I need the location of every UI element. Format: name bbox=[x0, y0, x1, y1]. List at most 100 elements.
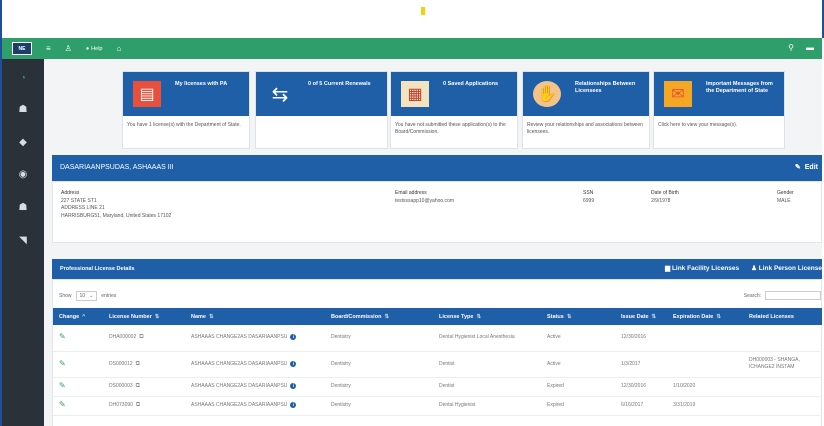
address-label: Address bbox=[61, 190, 80, 196]
search-input[interactable] bbox=[765, 291, 821, 300]
tile-title: Relationships Between Licensees bbox=[575, 81, 636, 94]
col-header-status[interactable]: Status ⇅ bbox=[541, 308, 615, 325]
profile-details: Address 227 STATE ST1 ADDRESS LINE 21 HA… bbox=[52, 181, 822, 243]
table-row: ✎ DS000003 ⧉ ASHAAAS CHANGE2AS DASARIAANP… bbox=[53, 377, 822, 397]
licenses-title: Professional License Details bbox=[60, 266, 135, 272]
address-line: HARRISBURG51, Maryland, United States 17… bbox=[61, 212, 172, 219]
col-header-name[interactable]: Name ⇅ bbox=[185, 308, 325, 325]
edit-label: Edit bbox=[804, 163, 818, 171]
email-label: Email address bbox=[395, 190, 427, 196]
ssn-value: 6999 bbox=[583, 197, 595, 204]
edit-license-icon[interactable]: ✎ bbox=[59, 359, 66, 368]
menu-icon[interactable]: ≡ bbox=[46, 44, 51, 53]
edit-license-icon[interactable]: ✎ bbox=[59, 400, 66, 409]
info-icon[interactable]: i bbox=[290, 383, 297, 389]
issue-date-cell: 6/16/2017 bbox=[615, 396, 667, 416]
tile-title: Important Messages from the Department o… bbox=[706, 81, 773, 94]
tile-saved-applications[interactable]: ▦ 0 Saved Applications You have not subm… bbox=[390, 71, 518, 149]
issue-date-cell: 1/3/2017 bbox=[615, 351, 667, 378]
tile-title: 0 Saved Applications bbox=[443, 81, 499, 87]
info-icon[interactable]: i bbox=[290, 402, 297, 408]
edit-license-icon[interactable]: ✎ bbox=[59, 332, 66, 341]
tile-header: ✉ Important Messages from the Department… bbox=[654, 72, 784, 116]
cursor-marker bbox=[421, 7, 425, 15]
gender-label: Gender bbox=[777, 190, 794, 196]
col-header-expiration-date[interactable]: Expiration Date ⇅ bbox=[667, 308, 743, 325]
link-facility-label: Link Facility Licenses bbox=[671, 265, 740, 272]
edit-license-icon[interactable]: ✎ bbox=[59, 381, 66, 390]
license-type-cell: Dentist bbox=[433, 377, 541, 397]
col-header-license-number[interactable]: License Number ⇅ bbox=[103, 308, 185, 325]
dob-block: Date of Birth 2/9/1978 bbox=[651, 190, 679, 205]
email-block: Email address testsssapp10@yahoo.com bbox=[395, 190, 454, 205]
help-link[interactable]: ● Help bbox=[86, 46, 103, 52]
link-facility-button[interactable]: ▆ Link Facility Licenses bbox=[665, 264, 739, 272]
link-person-button[interactable]: ♟ Link Person License bbox=[751, 264, 822, 272]
dashboard-icon[interactable]: ◔ bbox=[2, 73, 44, 84]
related-licenses-cell[interactable]: DH000003 - SHANGA, ICHANGE2 INSTAM bbox=[743, 351, 822, 378]
cart-icon[interactable]: ▬ bbox=[806, 43, 814, 52]
dob-value: 2/9/1978 bbox=[651, 197, 671, 204]
col-header-change[interactable]: Change ^ bbox=[53, 308, 103, 325]
tile-header: ⇆ 0 of 5 Current Renewals bbox=[256, 72, 387, 116]
tile-body bbox=[256, 116, 387, 128]
copy-icon[interactable]: ⧉ bbox=[136, 361, 140, 368]
tile-relationships[interactable]: ✋ Relationships Between Licensees Review… bbox=[522, 71, 650, 149]
edit-profile-button[interactable]: ✎ Edit bbox=[794, 163, 818, 172]
gender-value: MALE bbox=[777, 197, 791, 204]
licenses-table: Change ^ License Number ⇅ Name ⇅ Board/Comm… bbox=[53, 308, 822, 416]
info-icon[interactable]: i bbox=[290, 360, 297, 367]
page-length-select[interactable]: 10 ⌄ bbox=[75, 291, 98, 301]
info-icon[interactable]: i bbox=[290, 334, 297, 341]
user-icon[interactable]: ♙ bbox=[65, 44, 72, 53]
building-icon: ▆ bbox=[665, 265, 671, 272]
table-row: ✎ DH073090 ⧉ ASHAAAS CHANGE2AS DASARIAANP… bbox=[53, 396, 822, 416]
tile-important-messages[interactable]: ✉ Important Messages from the Department… bbox=[653, 71, 785, 149]
col-header-license-type[interactable]: License Type ⇅ bbox=[433, 308, 541, 325]
related-licenses-cell bbox=[743, 377, 822, 397]
board-cell: Dentistry bbox=[325, 325, 433, 352]
link-person-label: Link Person License bbox=[758, 265, 822, 272]
copy-icon[interactable]: ⧉ bbox=[136, 402, 140, 409]
board-cell: Dentistry bbox=[325, 351, 433, 378]
status-cell: Expired bbox=[541, 396, 615, 416]
home-icon[interactable]: ⌂ bbox=[116, 44, 121, 53]
license-card-icon: ▤ bbox=[133, 81, 161, 107]
profile-header: DASARIAANPSUDAS, ASHAAAS III ✎ Edit bbox=[52, 155, 822, 181]
envelope-icon: ✉ bbox=[664, 81, 692, 107]
eye-icon[interactable]: ◉ bbox=[2, 169, 44, 180]
col-header-related-licenses[interactable]: Related Licenses bbox=[743, 308, 822, 325]
table-search: Search: bbox=[744, 291, 821, 300]
help-label: Help bbox=[91, 45, 103, 52]
license-type-cell: Dentist bbox=[433, 351, 541, 378]
license-icon[interactable]: ☗ bbox=[2, 104, 44, 115]
table-row: ✎ DS000012 ⧉ ASHAAAS CHANGE2AS DASARIAANP… bbox=[53, 351, 822, 378]
handshake-icon: ✋ bbox=[533, 81, 561, 107]
license-number: DS000003 bbox=[109, 383, 133, 389]
search-icon[interactable]: ⚲ bbox=[788, 43, 794, 52]
license-type-cell: Dental Hygienist Local Anesthesia bbox=[433, 325, 541, 352]
copy-icon[interactable]: ⧉ bbox=[136, 383, 140, 390]
col-header-issue-date[interactable]: Issue Date ⇅ bbox=[615, 308, 667, 325]
calendar-icon: ▦ bbox=[401, 81, 429, 107]
email-value: testsssapp10@yahoo.com bbox=[395, 197, 454, 204]
tile-my-licenses[interactable]: ▤ My licenses with PA You have 1 license… bbox=[122, 71, 250, 149]
related-licenses-cell bbox=[743, 396, 822, 416]
expiration-date-cell bbox=[667, 351, 743, 378]
tag-icon[interactable]: ◆ bbox=[2, 137, 44, 148]
tile-renewals[interactable]: ⇆ 0 of 5 Current Renewals bbox=[255, 71, 388, 149]
status-cell: Active bbox=[541, 351, 615, 378]
account-icon[interactable]: ☗ bbox=[2, 202, 44, 213]
app-logo[interactable]: NE bbox=[12, 42, 32, 55]
bookmark-icon[interactable]: ◥ bbox=[2, 235, 44, 246]
address-line: ADDRESS LINE 21 bbox=[61, 205, 105, 211]
board-cell: Dentistry bbox=[325, 396, 433, 416]
licensee-name: ASHAAAS CHANGE2AS DASARIAANPSU bbox=[191, 402, 288, 408]
copy-icon[interactable]: ⧉ bbox=[139, 334, 143, 341]
licensee-name: ASHAAAS CHANGE2AS DASARIAANPSU bbox=[191, 383, 288, 389]
pencil-icon: ✎ bbox=[794, 164, 801, 171]
issue-date-cell: 12/30/2016 bbox=[615, 325, 667, 352]
dob-label: Date of Birth bbox=[651, 190, 679, 196]
license-number: DHA000002 bbox=[109, 334, 137, 341]
col-header-board[interactable]: Board/Commission ⇅ bbox=[325, 308, 433, 325]
